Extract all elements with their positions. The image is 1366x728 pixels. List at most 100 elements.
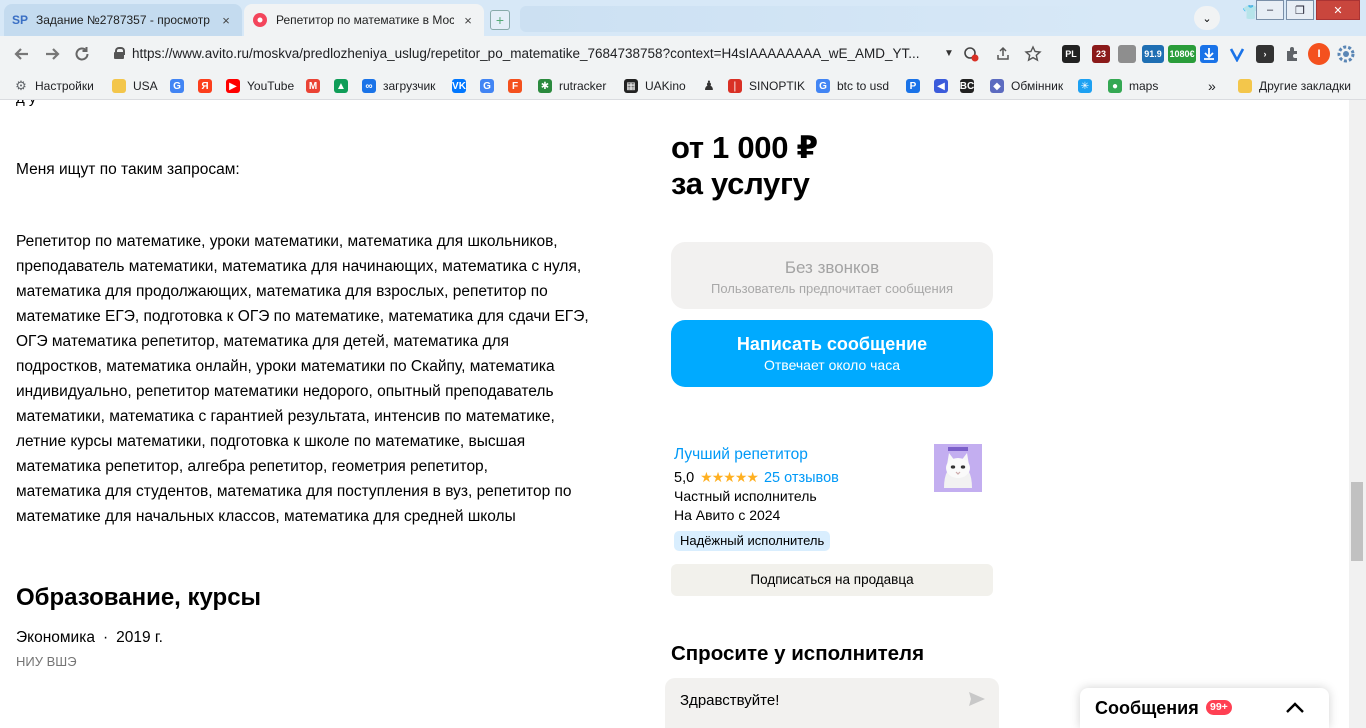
bookmark-item[interactable]: ▦ UAKino [624, 78, 686, 94]
thermometer-icon: ❘ [728, 79, 742, 93]
bookmark-item[interactable]: ✱ rutracker [538, 78, 606, 94]
maps-pin-icon: ● [1108, 79, 1122, 93]
back-arrow-icon[interactable] [12, 44, 32, 64]
bookmark-item[interactable]: ▶ YouTube [226, 78, 294, 94]
ask-title: Спросите у исполнителя [671, 642, 925, 665]
bookmark-item[interactable]: P [906, 78, 920, 94]
extension-gear-icon[interactable] [1336, 44, 1356, 64]
bc-icon: BC [959, 79, 975, 93]
url-field[interactable]: https://www.avito.ru/moskva/predlozheniy… [106, 40, 952, 68]
page-scrollbar[interactable] [1349, 100, 1366, 728]
query-line: подростков, математика онлайн, уроки мат… [16, 358, 555, 375]
query-line: математике для начальных классов, матема… [16, 508, 516, 525]
no-calls-subtitle: Пользователь предпочитает сообщения [710, 281, 953, 296]
close-window-button[interactable]: ✕ [1316, 0, 1360, 20]
price-amount: от 1 000 ₽ [671, 130, 818, 165]
chevron-up-icon[interactable] [1284, 698, 1306, 718]
messenger-title: Сообщения [1095, 698, 1199, 718]
bookmark-item[interactable]: ● maps [1108, 78, 1158, 94]
bookmark-item[interactable]: ❘ SINOPTIK [728, 78, 805, 94]
reload-icon[interactable] [72, 44, 92, 64]
seller-rating: 5,0 ★★★★★ 25 отзывов [674, 469, 839, 486]
subscribe-button[interactable]: Подписаться на продавца [671, 564, 993, 596]
background-tabs[interactable] [520, 6, 1110, 32]
bookmark-item[interactable]: Другие закладки [1238, 78, 1351, 94]
bookmark-item[interactable]: G [480, 78, 494, 94]
education-year: 2019 г. [116, 629, 163, 646]
bookmark-item[interactable]: VK [452, 78, 466, 94]
folder-icon [112, 79, 126, 93]
diamond-icon: ◆ [990, 79, 1004, 93]
rating-stars-icon: ★★★★★ [700, 469, 759, 485]
translate-icon: G [480, 79, 494, 93]
forward-arrow-icon[interactable] [42, 44, 62, 64]
url-dropdown-icon[interactable]: ▼ [944, 48, 954, 59]
bookmark-item[interactable]: USA [112, 78, 158, 94]
tab-avito[interactable]: Репетитор по математике в Моск × [244, 4, 484, 36]
extension-rate-icon[interactable]: 91.9 [1142, 45, 1164, 63]
extension-btc-icon[interactable]: 1080€ [1168, 45, 1196, 63]
tab-search-icon[interactable]: ⌄ [1194, 6, 1220, 30]
bookmark-item[interactable]: ⚙ Настройки [14, 78, 94, 94]
google-icon: G [816, 79, 830, 93]
bookmark-item[interactable]: ◀ [934, 78, 948, 94]
vk-icon: VK [452, 79, 466, 93]
seller-name-link[interactable]: Лучший репетитор [674, 446, 808, 464]
extension-badge-icon[interactable]: 23 [1092, 45, 1110, 63]
bookmark-item[interactable]: ▲ [334, 78, 348, 94]
bookmark-item[interactable]: BC [960, 78, 974, 94]
tab-task[interactable]: SP Задание №2787357 - просмотр з × [4, 4, 242, 36]
write-message-title: Написать сообщение [736, 334, 928, 354]
extension-briefcase-icon[interactable] [1118, 45, 1136, 63]
bookmark-label: Другие закладки [1259, 79, 1351, 93]
bookmark-label: btc to usd [837, 79, 890, 93]
google-icon: G [170, 79, 184, 93]
avito-page: д у Меня ищут по таким запросам: Репетит… [0, 100, 1366, 728]
maximize-button[interactable]: ❐ [1286, 0, 1314, 20]
bookmark-item[interactable]: ◆ Обмінник [990, 78, 1063, 94]
reliable-badge[interactable]: Надёжный исполнитель [674, 531, 831, 551]
snowflake-icon: ✳ [1078, 79, 1092, 93]
bookmark-item[interactable]: ♟ [702, 78, 716, 94]
address-toolbar: https://www.avito.ru/moskva/predlozheniy… [0, 36, 1366, 72]
profile-avatar[interactable]: I [1308, 43, 1330, 65]
bookmarks-bar: ⚙ Настройки USA G Я ▶ YouTube M ▲ ∞ загрузчик VK G F ✱… [0, 72, 1366, 100]
query-line: Репетитор по математике, уроки математик… [16, 233, 558, 250]
messenger-widget[interactable]: Сообщения 99+ [1080, 688, 1329, 728]
seller-avatar[interactable] [934, 444, 982, 492]
gmail-icon: M [306, 79, 320, 93]
write-message-button[interactable]: Написать сообщение Отвечает около часа [671, 320, 993, 387]
bookmark-star-icon[interactable] [1024, 45, 1042, 63]
no-calls-button[interactable]: Без звонков Пользователь предпочитает со… [671, 242, 993, 309]
blocked-icon[interactable] [962, 45, 980, 63]
bookmark-item[interactable]: ∞ загрузчик [362, 78, 435, 94]
minimize-button[interactable]: – [1256, 0, 1284, 20]
bookmark-item[interactable]: M [306, 78, 320, 94]
extensions-puzzle-icon[interactable] [1284, 45, 1302, 63]
bookmark-label: UAKino [645, 79, 686, 93]
drive-icon: ▲ [334, 79, 348, 93]
share-icon[interactable] [994, 45, 1012, 63]
bookmark-item[interactable]: Я [198, 78, 212, 94]
extension-pl-icon[interactable]: PL [1062, 45, 1080, 63]
reviews-link[interactable]: 25 отзывов [764, 470, 839, 486]
new-tab-button[interactable]: + [490, 10, 510, 30]
bookmark-item[interactable]: F [508, 78, 522, 94]
download-icon[interactable] [1200, 45, 1218, 63]
scrollbar-thumb[interactable] [1351, 482, 1363, 561]
send-icon[interactable] [968, 691, 986, 707]
bookmark-item[interactable]: ✳ [1078, 78, 1092, 94]
write-message-subtitle: Отвечает около часа [763, 357, 901, 373]
bookmark-item[interactable]: G [170, 78, 184, 94]
ask-message-input[interactable] [665, 678, 999, 728]
query-line: математика для студентов, математика для… [16, 483, 572, 500]
window-controls: – ❐ ✕ [1256, 0, 1360, 20]
folder-icon [1238, 79, 1252, 93]
tab-close-icon[interactable]: × [218, 13, 234, 28]
bookmark-item[interactable]: Gbtc to usd [816, 78, 889, 94]
extension-v-icon[interactable] [1228, 45, 1246, 63]
extension-arrow-icon[interactable]: › [1256, 45, 1274, 63]
tab-title: Задание №2787357 - просмотр з [36, 13, 212, 27]
tab-close-icon[interactable]: × [460, 13, 476, 28]
bookmarks-more-button[interactable]: » [1208, 78, 1216, 94]
